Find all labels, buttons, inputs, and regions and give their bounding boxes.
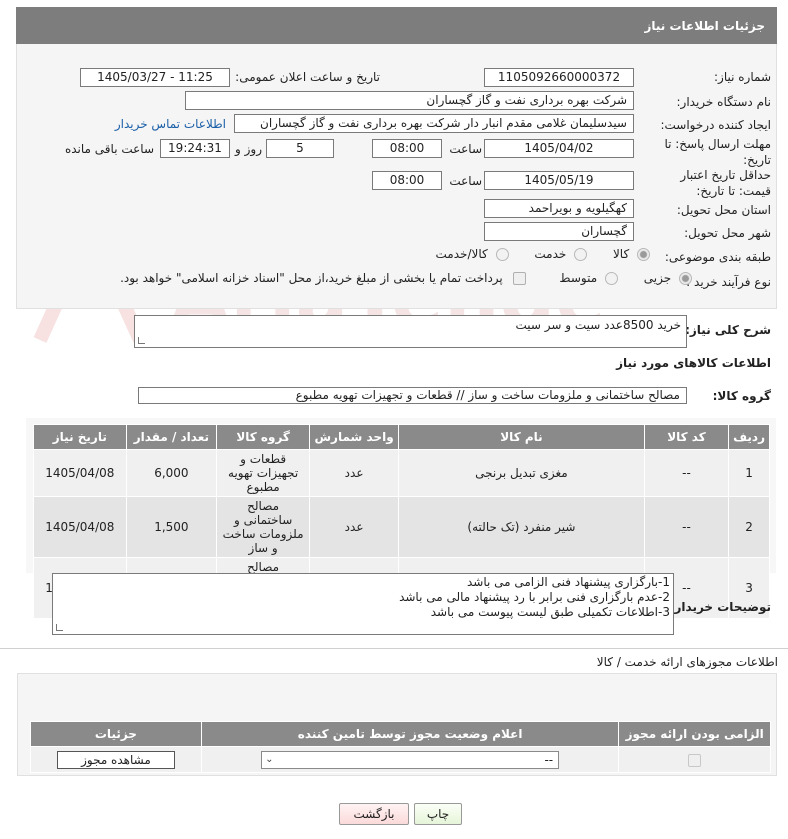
col-permit-status: اعلام وضعیت مجوز توسط تامین کننده [200,721,620,747]
page-header: جزئیات اطلاعات نیاز [16,7,777,44]
col-unit: واحد شمارش [309,424,400,450]
cell-index: 1 [728,449,770,497]
permit-status-cell: -- ⌄ [200,746,620,773]
category-option-goods-service: کالا/خدمت [435,247,488,261]
need-number-field[interactable]: 1105092660000372 [484,68,634,87]
remaining-time-label: ساعت باقی مانده [64,142,154,156]
cell-date: 1405/04/08 [33,449,127,497]
process-radio-medium[interactable] [604,272,618,285]
price-validity-date-field[interactable]: 1405/05/19 [484,171,634,190]
city-field[interactable]: گچساران [484,222,634,241]
buyer-note-line-1: 1-بارگزاری پیشنهاد فنی الزامی می باشد [466,575,670,589]
process-radio-minor[interactable] [679,272,692,285]
creator-field[interactable]: سیدسلیمان غلامی مقدم انبار دار شرکت بهره… [234,114,634,133]
deadline-time-label: ساعت [449,142,482,156]
buyer-note-line-3: 3-اطلاعات تکمیلی طبق لیست پیوست می باشد [430,605,670,619]
category-option-goods: کالا [612,247,630,261]
col-permit-details: جزئیات [30,721,202,747]
print-button[interactable]: چاپ [414,803,462,825]
cell-name: مغزی تبدیل برنجی [398,449,645,497]
buyer-contact-link[interactable]: اطلاعات تماس خریدار [115,117,226,131]
col-need-date: تاریخ نیاز [33,424,127,450]
cell-code: -- [643,496,730,558]
chevron-down-icon: ⌄ [265,753,274,765]
col-group: گروه کالا [216,424,311,450]
category-radio-goods-service[interactable] [495,248,509,261]
city-label: شهر محل تحویل: [684,226,771,240]
days-label: روز و [235,142,262,156]
permit-status-value: -- [544,752,554,767]
permits-section-title: اطلاعات مجوزهای ارائه خدمت / کالا [596,655,778,669]
need-number-label: شماره نیاز: [714,70,771,84]
resize-handle-icon[interactable] [56,624,63,631]
province-field[interactable]: کهگیلویه و بویراحمد [484,199,634,218]
cell-unit: عدد [309,496,400,558]
buyer-notes-label: توضیحات خریدار: [669,600,771,614]
permit-details-cell: مشاهده مجوز [30,746,202,773]
col-quantity: تعداد / مقدار [125,424,218,450]
col-row-index: ردیف [728,424,770,450]
treasury-payment-checkbox[interactable] [512,272,526,285]
back-button[interactable]: بازگشت [339,803,409,825]
price-validity-time-label: ساعت [449,174,482,188]
buyer-note-line-2: 2-عدم بارگزاری فنی برابر با رد پیشنهاد م… [399,590,670,604]
permits-table: الزامی بودن ارائه مجوز اعلام وضعیت مجوز … [30,721,771,773]
permit-status-select[interactable]: -- ⌄ [261,750,560,769]
col-item-name: نام کالا [398,424,645,450]
cell-date: 1405/04/08 [33,496,127,558]
buyer-org-label: نام دستگاه خریدار: [676,95,772,109]
goods-section-title: اطلاعات کالاهای مورد نیاز [616,356,771,370]
price-validity-label: حداقل تاریخ اعتبار قیمت: تا تاریخ: [680,168,771,198]
table-row[interactable]: 2 -- شیر منفرد (تک حالته) عدد مصالح ساخت… [33,496,770,558]
summary-textarea[interactable]: خرید 8500عدد سیت و سر سیت [134,315,687,348]
cell-qty: 1,500 [125,496,218,558]
remaining-time-field[interactable]: 19:24:31 [160,139,230,158]
province-label: استان محل تحویل: [676,203,771,217]
col-permit-required: الزامی بودن ارائه مجوز [618,721,771,747]
buyer-notes-textarea[interactable]: 1-بارگزاری پیشنهاد فنی الزامی می باشد 2-… [52,573,674,635]
announce-label: تاریخ و ساعت اعلان عمومی: [235,70,380,84]
deadline-time-field[interactable]: 08:00 [372,139,442,158]
category-option-service: خدمت [534,247,567,261]
category-radio-group: کالا خدمت کالا/خدمت [436,247,650,261]
permit-required-checkbox[interactable] [688,753,702,767]
cell-group: مصالح ساختمانی و ملزومات ساخت و ساز [216,496,311,558]
deadline-date-field[interactable]: 1405/04/02 [484,139,634,158]
price-validity-time-field[interactable]: 08:00 [372,171,442,190]
category-label: طبقه بندی موضوعی: [664,250,771,264]
goods-group-label: گروه کالا: [712,389,771,403]
category-radio-service[interactable] [574,248,588,261]
creator-label: ایجاد کننده درخواست: [660,118,771,132]
category-radio-goods[interactable] [637,248,650,261]
cell-name: شیر منفرد (تک حالته) [398,496,645,558]
cell-unit: عدد [309,449,400,497]
cell-code: -- [643,449,730,497]
view-permit-button[interactable]: مشاهده مجوز [56,750,175,769]
treasury-payment-note: پرداخت تمام یا بخشی از مبلغ خرید،از محل … [120,271,503,285]
col-item-code: کد کالا [643,424,730,450]
process-label: نوع فرآیند خرید : [686,275,771,289]
announce-field[interactable]: 1405/03/27 - 11:25 [80,68,230,87]
resize-handle-icon[interactable] [138,337,145,344]
goods-group-field[interactable]: مصالح ساختمانی و ملزومات ساخت و ساز // ق… [138,387,687,404]
process-option-minor: جزیی [643,271,672,285]
permits-divider [0,648,788,649]
days-field[interactable]: 5 [266,139,334,158]
table-row[interactable]: 1 -- مغزی تبدیل برنجی عدد قطعات و تجهیزا… [33,449,770,497]
process-radio-group: جزیی متوسط پرداخت تمام یا بخشی از مبلغ خ… [100,271,692,285]
process-option-medium: متوسط [559,271,598,285]
summary-label: شرح کلی نیاز: [685,323,771,337]
cell-qty: 6,000 [125,449,218,497]
buyer-org-field[interactable]: شرکت بهره برداری نفت و گاز گچساران [185,91,634,110]
permit-required-cell [618,746,771,773]
summary-text: خرید 8500عدد سیت و سر سیت [515,318,682,332]
cell-group: قطعات و تجهیزات تهویه مطبوع [216,449,311,497]
cell-index: 2 [728,496,770,558]
table-row: -- ⌄ مشاهده مجوز [30,746,771,773]
page-title: جزئیات اطلاعات نیاز [644,19,765,33]
deadline-label: مهلت ارسال پاسخ: تا تاریخ: [664,137,771,167]
